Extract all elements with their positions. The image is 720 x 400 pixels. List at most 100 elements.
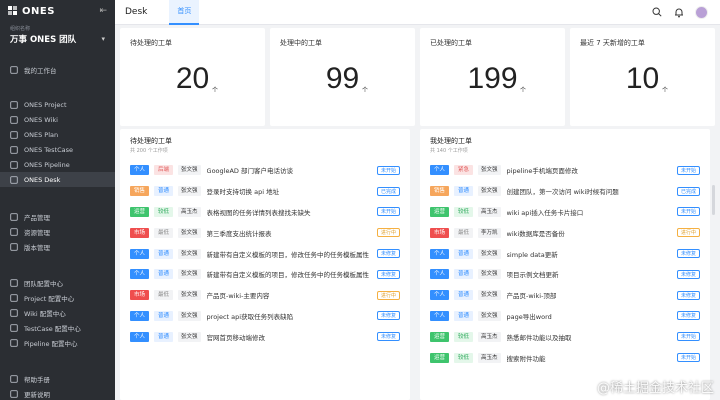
sidebar-item[interactable]: ONES Desk <box>0 172 115 187</box>
stat-card-pending[interactable]: 待处理的工单 20 个 <box>120 28 265 126</box>
sidebar-item[interactable]: ONES TestCase <box>0 142 115 157</box>
table-row[interactable]: 运营 较低 高玉杰 熟悉邮件功能以及抽取 未开始 <box>430 326 700 347</box>
status-badge: 未开始 <box>676 353 700 363</box>
ticket-title[interactable]: page导出word <box>507 311 671 321</box>
panel-subtitle: 共 200 个工作项 <box>130 148 168 154</box>
sidebar-item[interactable]: ONES Wiki <box>0 112 115 127</box>
ticket-title[interactable]: project api获取任务列表缺陷 <box>207 311 371 321</box>
table-row[interactable]: 个人 普通 张文强 project api获取任务列表缺陷 未修复 <box>130 306 400 327</box>
ticket-title[interactable]: simple data更新 <box>507 249 671 259</box>
assignee: 张文强 <box>178 186 201 197</box>
sidebar-item[interactable]: Project 配置中心 <box>0 290 115 305</box>
table-row[interactable]: 个人 普通 张文强 新建带有自定义模板的项目，修改任务中的任务模板属性 未修复 <box>130 264 400 285</box>
product-icon <box>10 212 18 221</box>
sidebar-item[interactable]: ONES Plan <box>0 127 115 142</box>
table-row[interactable]: 个人 普通 张文强 page导出word 未修复 <box>430 306 700 327</box>
table-row[interactable]: 运营 较低 高玉杰 表格视图的任务详情列表搜找未缺失 未开始 <box>130 202 400 223</box>
bell-icon[interactable] <box>673 6 685 18</box>
ticket-title[interactable]: 新建带有自定义模板的项目，修改任务中的任务模板属性 <box>207 269 371 279</box>
watermark: @稀土掘金技术社区 <box>596 381 714 396</box>
sidebar-item-label: ONES Pipeline <box>24 160 70 169</box>
sidebar-item-label: ONES Plan <box>24 130 59 139</box>
avatar[interactable] <box>695 5 708 19</box>
status-badge: 已完成 <box>676 186 700 196</box>
wiki-icon <box>10 115 18 124</box>
table-row[interactable]: 市场 最低 张文强 产品页-wiki-主要内容 进行中 <box>130 285 400 306</box>
stat-card-new-7-days[interactable]: 最近 7 天新增的工单 10 个 <box>570 28 715 126</box>
sidebar-item[interactable]: ONES Project <box>0 97 115 112</box>
ticket-title[interactable]: 官网首页移动端修改 <box>207 332 371 342</box>
status-badge: 未开始 <box>676 165 700 175</box>
ticket-title[interactable]: GoogleAD 部门客户电话访谈 <box>207 165 371 175</box>
table-row[interactable]: 运营 较低 高玉杰 搜索附件功能 未开始 <box>430 347 700 368</box>
table-row[interactable]: 个人 普通 张文强 新建带有自定义模板的项目，修改任务中的任务模板属性 未修复 <box>130 243 400 264</box>
stat-unit: 个 <box>520 87 527 94</box>
tab-home[interactable]: 首页 <box>169 0 200 25</box>
table-row[interactable]: 个人 普通 张文强 官网首页移动端修改 未修复 <box>130 326 400 347</box>
ticket-title[interactable]: 第三季度支出统计报表 <box>207 228 371 238</box>
sidebar-item[interactable]: 更新说明 <box>0 386 115 400</box>
ticket-title[interactable]: wiki数据库是否备份 <box>507 228 671 238</box>
ticket-title[interactable]: 创建团队，第一次访问 wiki时候有问题 <box>507 186 671 196</box>
table-row[interactable]: 个人 普通 张文强 项目示例文档更新 未修复 <box>430 264 700 285</box>
assignee: 张文强 <box>478 310 501 321</box>
table-row[interactable]: 销售 普通 张文强 创建团队，第一次访问 wiki时候有问题 已完成 <box>430 181 700 202</box>
assignee: 张文强 <box>178 227 201 238</box>
ticket-title[interactable]: pipeline手机端页面修改 <box>507 165 671 175</box>
sidebar-item[interactable]: TestCase 配置中心 <box>0 320 115 335</box>
ticket-title[interactable]: wiki api插入任务卡片接口 <box>507 207 671 217</box>
ticket-title[interactable]: 搜索附件功能 <box>507 353 671 363</box>
page-scrollbar[interactable] <box>712 185 715 215</box>
ticket-title[interactable]: 登录时支持切换 api 地址 <box>207 186 371 196</box>
desk-icon <box>10 175 18 184</box>
assignee: 李万凯 <box>478 227 501 238</box>
stat-card-processed[interactable]: 已处理的工单 199 个 <box>420 28 565 126</box>
search-icon[interactable] <box>651 6 663 18</box>
table-row[interactable]: 个人 紧急 张文强 pipeline手机端页面修改 未开始 <box>430 160 700 181</box>
stat-unit: 个 <box>212 87 219 94</box>
table-row[interactable]: 销售 普通 张文强 登录时支持切换 api 地址 已完成 <box>130 181 400 202</box>
assignee: 张文强 <box>178 290 201 301</box>
org-switcher[interactable]: 万事 ONES 团队 ▾ <box>0 32 115 45</box>
priority-tag: 最低 <box>454 227 474 238</box>
nav-management: 产品管理 资源管理 版本管理 <box>0 209 115 254</box>
category-tag: 运营 <box>430 352 450 363</box>
sidebar-item[interactable]: Wiki 配置中心 <box>0 305 115 320</box>
sidebar-item[interactable]: 我的工作台 <box>0 62 115 77</box>
sidebar-item[interactable]: 团队配置中心 <box>0 275 115 290</box>
table-row[interactable]: 个人 普通 张文强 simple data更新 未修复 <box>430 243 700 264</box>
sidebar-item[interactable]: ONES Pipeline <box>0 157 115 172</box>
ticket-title[interactable]: 熟悉邮件功能以及抽取 <box>507 332 671 342</box>
sidebar-item[interactable]: Pipeline 配置中心 <box>0 335 115 350</box>
category-tag: 销售 <box>430 186 450 197</box>
category-tag: 市场 <box>130 227 150 238</box>
sidebar-item[interactable]: 版本管理 <box>0 239 115 254</box>
category-tag: 个人 <box>430 310 450 321</box>
sidebar-item[interactable]: 帮助手册 <box>0 371 115 386</box>
ticket-title[interactable]: 项目示例文档更新 <box>507 269 671 279</box>
table-row[interactable]: 市场 最低 李万凯 wiki数据库是否备份 进行中 <box>430 222 700 243</box>
status-badge: 未修复 <box>676 290 700 300</box>
status-badge: 未修复 <box>376 311 400 321</box>
table-row[interactable]: 个人 后端 张文强 GoogleAD 部门客户电话访谈 未开始 <box>130 160 400 181</box>
assignee: 张文强 <box>178 165 201 176</box>
my-tickets-panel: 我处理的工单 共 140 个工作项 个人 紧急 张文强 pipeline手机端页面修改… <box>420 129 710 400</box>
ticket-title[interactable]: 新建带有自定义模板的项目，修改任务中的任务模板属性 <box>207 249 371 259</box>
sidebar-item[interactable]: 产品管理 <box>0 209 115 224</box>
stat-card-in-progress[interactable]: 处理中的工单 99 个 <box>270 28 415 126</box>
sidebar-item[interactable]: 资源管理 <box>0 224 115 239</box>
project-icon <box>10 100 18 109</box>
table-row[interactable]: 个人 普通 张文强 产品页-wiki-顶部 未修复 <box>430 285 700 306</box>
category-tag: 个人 <box>130 248 150 259</box>
table-row[interactable]: 运营 较低 高玉杰 wiki api插入任务卡片接口 未开始 <box>430 202 700 223</box>
table-row[interactable]: 市场 最低 张文强 第三季度支出统计报表 进行中 <box>130 222 400 243</box>
collapse-sidebar-icon[interactable]: ⇤ <box>99 6 107 16</box>
priority-tag: 普通 <box>154 186 174 197</box>
ticket-title[interactable]: 产品页-wiki-主要内容 <box>207 290 371 300</box>
assignee: 张文强 <box>478 248 501 259</box>
ticket-title[interactable]: 表格视图的任务详情列表搜找未缺失 <box>207 207 371 217</box>
ticket-title[interactable]: 产品页-wiki-顶部 <box>507 290 671 300</box>
assignee: 高玉杰 <box>178 206 201 217</box>
priority-tag: 紧急 <box>454 165 474 176</box>
sidebar-item-label: 我的工作台 <box>24 66 57 75</box>
